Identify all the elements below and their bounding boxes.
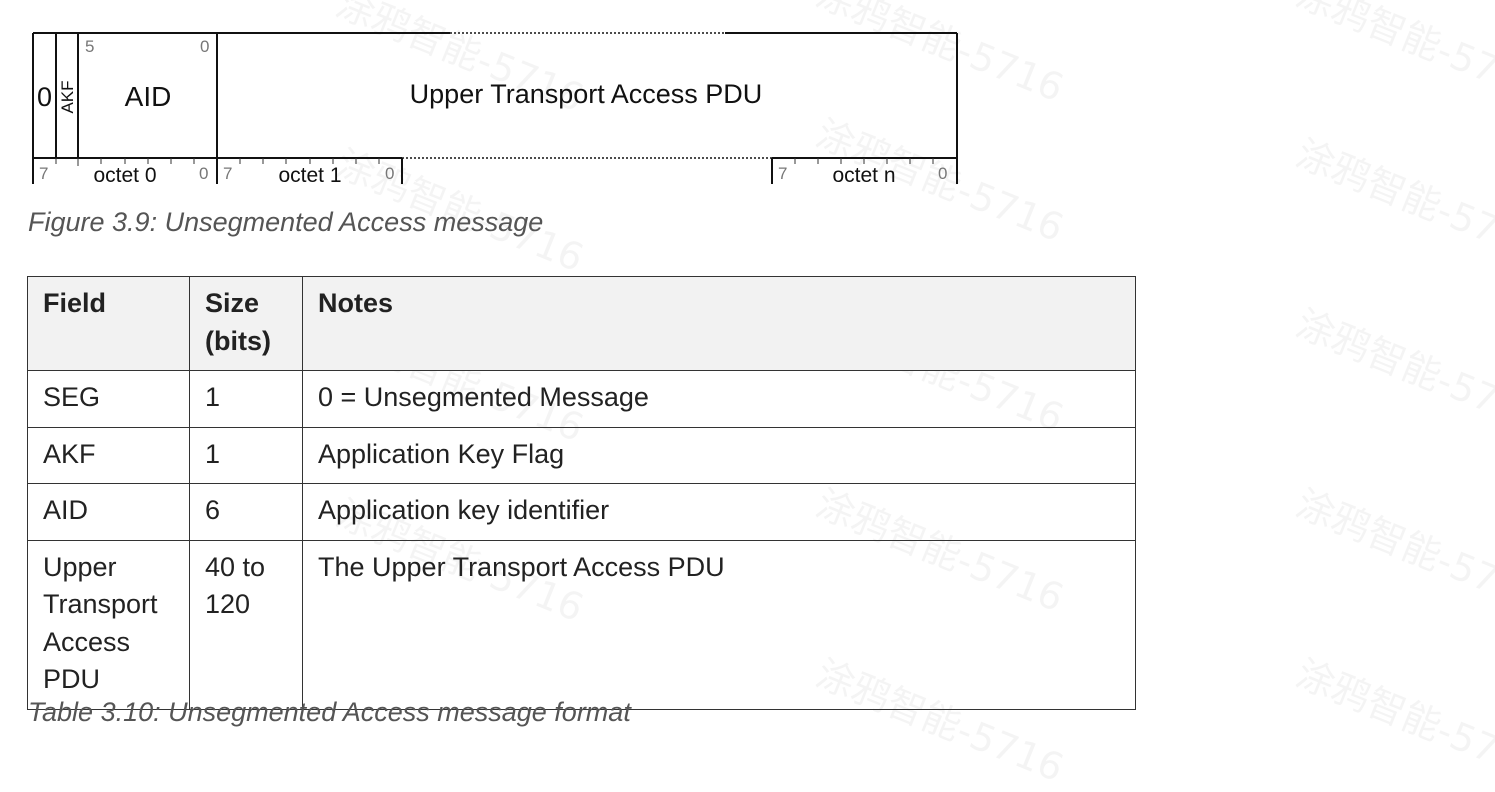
header-size-unit: (bits): [205, 325, 271, 356]
bit-msb-label: 7: [39, 164, 48, 183]
pdu-label: Upper Transport Access PDU: [410, 79, 763, 109]
watermark: 涂鸦智能-5716: [1289, 473, 1495, 622]
cell-field-line: Upper: [43, 551, 117, 582]
bit-msb-label: 7: [778, 164, 787, 183]
table-header-row: Field Size (bits) Notes: [27, 276, 1136, 371]
aid-label: AID: [125, 81, 172, 112]
watermark: 涂鸦智能-5716: [1289, 123, 1495, 272]
cell-size: 1: [189, 370, 303, 428]
cell-notes: Application key identifier: [302, 483, 1136, 541]
cell-field-line: Access: [43, 626, 131, 657]
field-table: Field Size (bits) Notes SEG 1 0 = Unsegm…: [27, 276, 1136, 710]
header-notes: Notes: [302, 276, 1136, 371]
bit-lsb-label: 0: [938, 164, 947, 183]
watermark: 涂鸦智能-5716: [1289, 0, 1495, 112]
cell-size-line: 40 to: [205, 551, 266, 582]
cell-notes: 0 = Unsegmented Message: [302, 370, 1136, 428]
cell-field-line: PDU: [43, 664, 101, 694]
cell-notes: Application Key Flag: [302, 426, 1136, 484]
watermark: 涂鸦智能-5716: [1289, 293, 1495, 442]
seg-value: 0: [37, 82, 52, 112]
aid-bit-low-label: 0: [200, 37, 209, 56]
cell-field: AKF: [27, 426, 190, 484]
cell-size: 6: [189, 483, 303, 541]
packet-format-diagram: 5 0 0 AKF AID Upper Transport Access PDU…: [32, 32, 958, 186]
cell-field-line: Transport: [43, 589, 158, 619]
cell-field: Upper Transport Access PDU: [27, 539, 190, 710]
figure-caption: Figure 3.9: Unsegmented Access message: [28, 207, 544, 237]
octet-0-label: octet 0: [93, 164, 156, 186]
cell-size: 40 to 120: [189, 539, 303, 710]
bit-lsb-label: 0: [199, 164, 208, 183]
header-size: Size (bits): [189, 276, 303, 371]
table-caption: Table 3.10: Unsegmented Access message f…: [28, 697, 631, 727]
table-row: SEG 1 0 = Unsegmented Message: [27, 370, 1136, 428]
cell-size-line: 120: [205, 589, 251, 619]
aid-bit-high-label: 5: [85, 37, 94, 56]
octet-1-label: octet 1: [278, 164, 341, 186]
header-size-line: Size: [205, 288, 260, 318]
octet-n-label: octet n: [832, 164, 895, 186]
watermark: 涂鸦智能-5716: [1289, 643, 1495, 792]
cell-field: AID: [27, 483, 190, 541]
cell-notes: The Upper Transport Access PDU: [302, 539, 1136, 710]
bit-msb-label: 7: [223, 164, 232, 183]
table-row: Upper Transport Access PDU 40 to 120 The…: [27, 539, 1136, 710]
cell-field: SEG: [27, 370, 190, 428]
bit-lsb-label: 0: [385, 164, 394, 183]
header-field: Field: [27, 276, 190, 371]
akf-label: AKF: [58, 80, 77, 113]
table-row: AID 6 Application key identifier: [27, 483, 1136, 541]
table-row: AKF 1 Application Key Flag: [27, 426, 1136, 484]
bit-ticks: [55, 158, 934, 166]
cell-size: 1: [189, 426, 303, 484]
